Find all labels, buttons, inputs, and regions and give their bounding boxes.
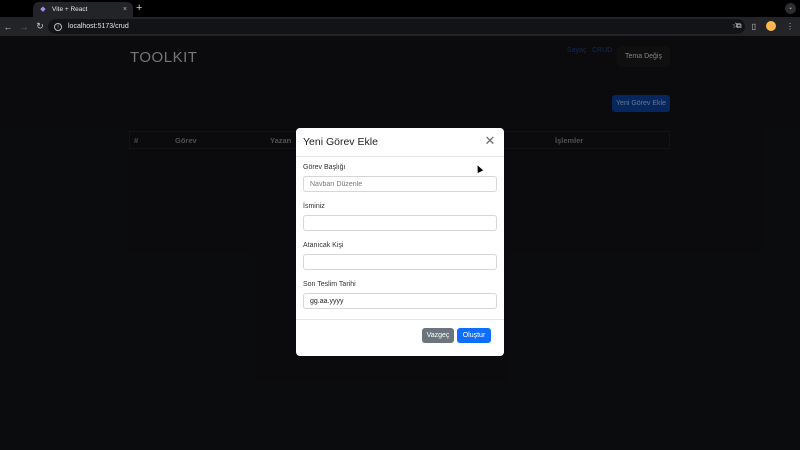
browser-tab-bar: ◆ Vite + React × + ⌄	[0, 0, 800, 17]
new-task-modal: Yeni Görev Ekle ✕ Görev Başlığı İsminiz …	[296, 128, 504, 356]
site-info-icon[interactable]: i	[54, 22, 62, 31]
modal-footer: Vazgeç Oluştur	[296, 319, 504, 356]
profile-avatar[interactable]	[766, 21, 776, 31]
due-date-input[interactable]	[303, 293, 497, 309]
your-name-label: İsminiz	[303, 203, 325, 210]
browser-toolbar: ← → ↻ i localhost:5173/crud ☆ ⧉ ▯ ⋮	[0, 17, 800, 36]
create-button[interactable]: Oluştur	[457, 328, 491, 343]
cancel-button[interactable]: Vazgeç	[422, 328, 454, 343]
tab-title: Vite + React	[52, 6, 88, 13]
new-tab-button[interactable]: +	[136, 2, 142, 15]
assignee-label: Atanıcak Kişi	[303, 242, 344, 249]
close-icon[interactable]: ✕	[482, 133, 498, 149]
more-menu-icon[interactable]: ⋮	[786, 22, 794, 31]
task-title-label: Görev Başlığı	[303, 164, 346, 171]
assignee-input[interactable]	[303, 254, 497, 270]
url-text: localhost:5173/crud	[68, 23, 129, 30]
modal-title: Yeni Görev Ekle	[303, 136, 378, 148]
address-bar[interactable]: i localhost:5173/crud ☆	[48, 19, 745, 34]
sidebar-icon[interactable]: ▯	[752, 22, 756, 31]
tab-search-icon[interactable]: ⌄	[785, 3, 796, 14]
reload-icon[interactable]: ↻	[32, 21, 48, 32]
forward-icon[interactable]: →	[16, 22, 32, 32]
extensions-icon[interactable]: ⧉	[736, 21, 742, 31]
browser-tab[interactable]: ◆ Vite + React ×	[33, 2, 133, 17]
back-icon[interactable]: ←	[0, 22, 16, 32]
due-date-label: Son Teslim Tarihi	[303, 281, 356, 288]
your-name-input[interactable]	[303, 215, 497, 231]
task-title-input[interactable]	[303, 176, 497, 192]
toolbar-right: ⧉ ▯ ⋮	[736, 21, 794, 31]
vite-favicon-icon: ◆	[40, 5, 46, 13]
modal-header: Yeni Görev Ekle ✕	[296, 128, 504, 157]
tab-close-icon[interactable]: ×	[123, 6, 127, 13]
